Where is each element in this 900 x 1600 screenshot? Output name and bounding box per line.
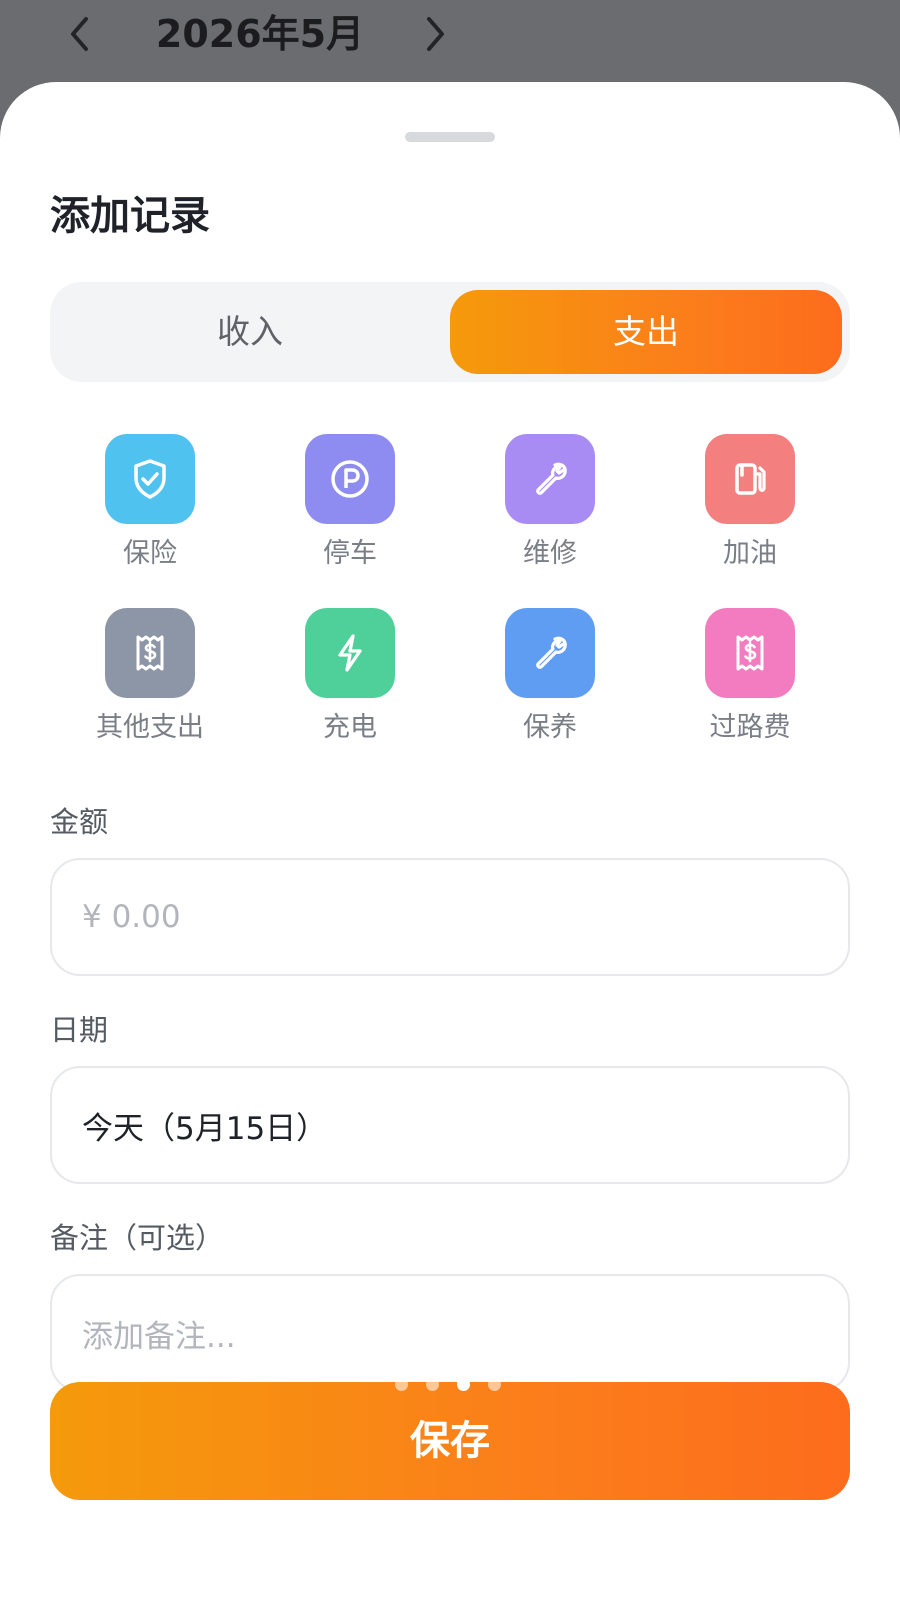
month-header: 2026年5月	[0, 0, 900, 84]
chevron-left-icon	[71, 17, 88, 51]
category-toll[interactable]: 过路费	[650, 608, 850, 758]
page-dot	[488, 1378, 501, 1391]
date-label: 日期	[50, 1013, 109, 1047]
tab-income[interactable]: 收入	[50, 282, 450, 382]
note-input[interactable]: 添加备注...	[50, 1274, 850, 1392]
category-parking[interactable]: 停车	[250, 434, 450, 584]
amount-label: 金额	[50, 805, 109, 839]
category-label: 停车	[323, 538, 377, 569]
previous-month-button[interactable]	[55, 6, 105, 62]
save-button[interactable]: 保存	[50, 1382, 850, 1500]
category-charging[interactable]: 充电	[250, 608, 450, 758]
shield-check-icon	[105, 434, 195, 524]
category-label: 保险	[123, 538, 177, 569]
category-fuel[interactable]: 加油	[650, 434, 850, 584]
note-label: 备注（可选）	[50, 1221, 225, 1255]
category-label: 维修	[523, 538, 577, 569]
page-dot	[395, 1378, 408, 1391]
add-record-sheet: 添加记录 收入 支出 保险 停车 维修 加油 其他支出 充电 保养 过路费 金额…	[0, 82, 900, 1600]
wrench-icon	[505, 608, 595, 698]
tab-expense[interactable]: 支出	[450, 290, 842, 374]
category-label: 保养	[523, 712, 577, 743]
category-label: 充电	[323, 712, 377, 743]
lightning-icon	[305, 608, 395, 698]
category-other-expense[interactable]: 其他支出	[50, 608, 250, 758]
parking-icon	[305, 434, 395, 524]
receipt-dollar-icon	[705, 608, 795, 698]
month-title: 2026年5月	[155, 12, 365, 56]
amount-input[interactable]: ¥ 0.00	[50, 858, 850, 976]
page-dot-active	[457, 1378, 470, 1391]
sheet-title: 添加记录	[50, 193, 210, 239]
category-maintenance[interactable]: 保养	[450, 608, 650, 758]
category-label: 加油	[723, 538, 777, 569]
next-month-button[interactable]	[410, 6, 460, 62]
category-insurance[interactable]: 保险	[50, 434, 250, 584]
page-indicator	[395, 1378, 515, 1394]
wrench-icon	[505, 434, 595, 524]
chevron-right-icon	[427, 17, 444, 51]
date-field[interactable]: 今天（5月15日）	[50, 1066, 850, 1184]
receipt-dollar-icon	[105, 608, 195, 698]
category-label: 过路费	[709, 712, 791, 743]
category-label: 其他支出	[96, 712, 204, 743]
drag-handle[interactable]	[405, 132, 495, 142]
fuel-pump-icon	[705, 434, 795, 524]
category-repair[interactable]: 维修	[450, 434, 650, 584]
page-dot	[426, 1378, 439, 1391]
type-toggle: 收入 支出	[50, 282, 850, 382]
